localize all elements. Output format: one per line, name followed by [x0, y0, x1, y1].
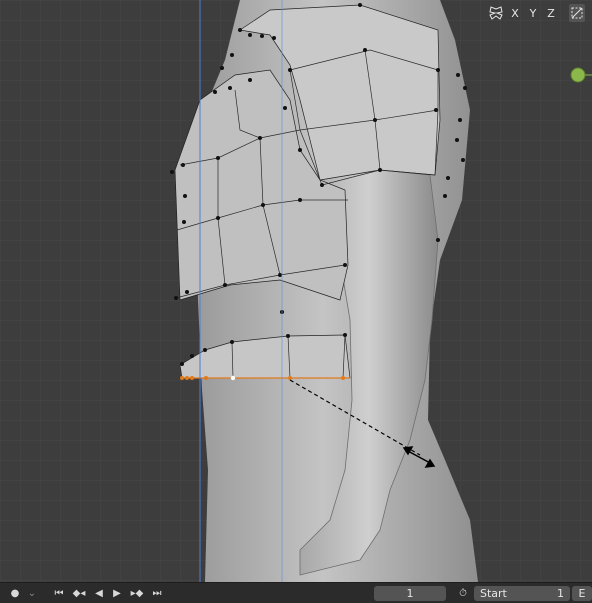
next-keyframe-icon[interactable]: ▸◆ — [126, 585, 148, 601]
wireframe-toggle-icon[interactable] — [569, 4, 585, 22]
jump-start-icon[interactable]: ⏮ — [50, 585, 68, 601]
3d-viewport[interactable]: X Y Z — [0, 0, 592, 582]
prev-keyframe-icon[interactable]: ◆◂ — [68, 585, 90, 601]
current-frame-field[interactable]: 1 — [374, 585, 446, 601]
view-gizmo-handle-icon[interactable] — [570, 67, 592, 83]
start-value: 1 — [557, 586, 564, 600]
record-icon[interactable]: ● — [4, 585, 26, 601]
chevron-down-icon[interactable]: ⌄ — [26, 585, 38, 601]
butterfly-mirror-icon[interactable] — [487, 4, 505, 22]
mirror-z-button[interactable]: Z — [543, 4, 559, 22]
play-icon[interactable]: ▶ — [108, 585, 126, 601]
start-frame-field[interactable]: Start 1 — [474, 585, 570, 601]
jump-end-icon[interactable]: ⏭ — [148, 585, 166, 601]
stopwatch-icon[interactable]: ⏱ — [454, 585, 472, 601]
active-vertex — [230, 375, 236, 381]
mirror-x-button[interactable]: X — [507, 4, 523, 22]
end-frame-field[interactable]: E — [572, 585, 592, 601]
mirror-y-button[interactable]: Y — [525, 4, 541, 22]
play-reverse-icon[interactable]: ◀ — [90, 585, 108, 601]
timeline-bar: ● ⌄ ⏮ ◆◂ ◀ ▶ ▸◆ ⏭ 1 ⏱ Start 1 E — [0, 582, 592, 603]
viewport-scene — [0, 0, 592, 582]
start-label: Start — [480, 586, 507, 600]
mirror-axis-toolbar: X Y Z — [487, 4, 585, 22]
